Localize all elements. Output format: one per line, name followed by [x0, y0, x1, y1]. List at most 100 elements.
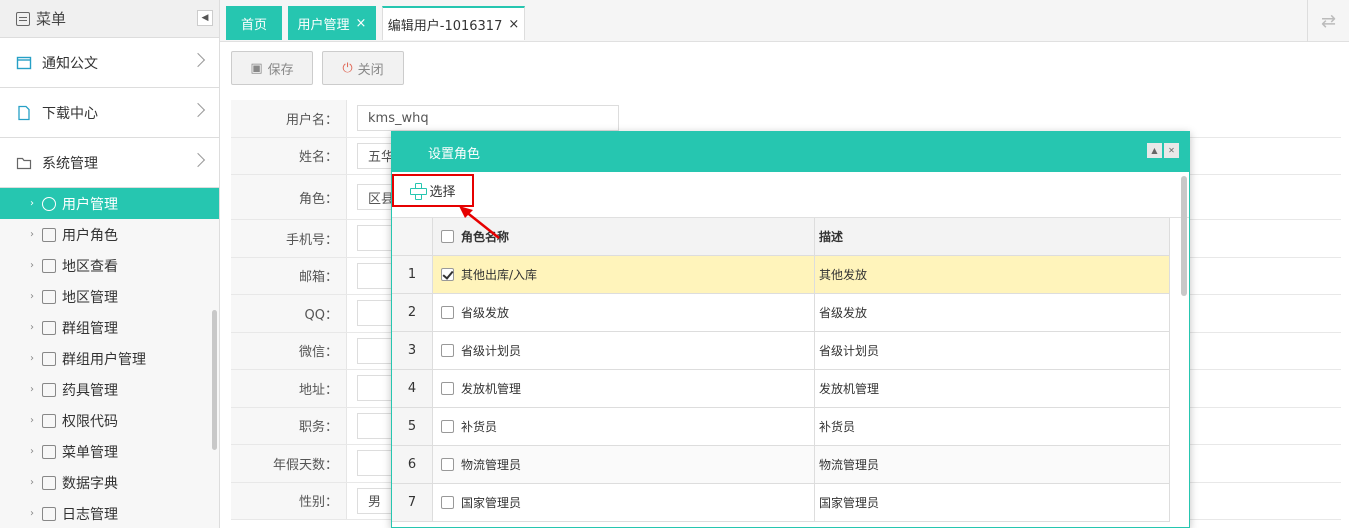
role-name-cell: 省级发放 — [461, 294, 815, 331]
row-number: 3 — [392, 332, 433, 369]
dialog-title: 设置角色 — [428, 146, 481, 162]
row-checkbox[interactable] — [440, 420, 454, 433]
description-cell: 其他发放 — [815, 256, 1170, 293]
field-label: 姓名： — [231, 137, 347, 174]
table-row[interactable]: 6 物流管理员 物流管理员 — [392, 446, 1170, 484]
row-checkbox[interactable] — [440, 458, 454, 471]
checkbox-cell — [433, 294, 461, 331]
sidebar-scrollbar[interactable] — [212, 310, 217, 450]
field-label: 角色： — [231, 175, 347, 219]
arrow-icon: › — [30, 291, 34, 302]
row-number: 2 — [392, 294, 433, 331]
description-cell: 省级计划员 — [815, 332, 1170, 369]
close-button[interactable]: ⏻ 关闭 — [322, 51, 404, 85]
tab-label: 用户管理 — [297, 17, 350, 33]
close-icon[interactable]: × — [356, 16, 367, 31]
row-checkbox[interactable] — [440, 268, 454, 281]
sidebar-item-label: 用户管理 — [62, 196, 118, 213]
row-checkbox[interactable] — [440, 382, 454, 395]
select-button[interactable]: 选择 — [392, 174, 474, 207]
user-icon — [42, 196, 56, 211]
column-header-description[interactable]: 描述 — [815, 218, 1170, 255]
sidebar-item-label: 权限代码 — [62, 413, 118, 430]
description-cell: 补货员 — [815, 408, 1170, 445]
role-grid: 角色名称 描述 1 其他出库/入库 其他发放 2 省级发放 省级发放 3 省级计… — [392, 218, 1170, 522]
sidebar-item-user-role[interactable]: › 用户角色 — [0, 219, 219, 250]
table-row[interactable]: 4 发放机管理 发放机管理 — [392, 370, 1170, 408]
role-name-cell: 物流管理员 — [461, 446, 815, 483]
table-row[interactable]: 1 其他出库/入库 其他发放 — [392, 256, 1170, 294]
table-row[interactable]: 7 国家管理员 国家管理员 — [392, 484, 1170, 522]
sidebar: 菜单 ◀ 通知公文 下载中心 系统管理 › 用户管理 › 用户角色 › 地区查看 › 地… — [0, 0, 220, 528]
sidebar-item-permission-code[interactable]: › 权限代码 — [0, 405, 219, 436]
row-number: 5 — [392, 408, 433, 445]
sidebar-item-region-view[interactable]: › 地区查看 — [0, 250, 219, 281]
set-role-dialog: 设置角色 ▲ ✕ 选择 角色名称 描述 1 其他出库/入库 其他发放 2 省级发… — [391, 131, 1190, 528]
sidebar-item-label: 群组管理 — [62, 320, 118, 337]
sidebar-group-label: 通知公文 — [42, 55, 98, 72]
dialog-scrollbar[interactable] — [1181, 176, 1187, 296]
sidebar-group-system[interactable]: 系统管理 — [0, 138, 219, 188]
arrow-icon: › — [30, 229, 34, 240]
sidebar-item-label: 日志管理 — [62, 506, 118, 523]
sidebar-item-label: 地区管理 — [62, 289, 118, 306]
collapse-sidebar-button[interactable]: ◀ — [197, 10, 213, 26]
tab-home[interactable]: 首页 — [226, 6, 282, 40]
arrow-icon: › — [30, 322, 34, 333]
field-label: 微信： — [231, 332, 347, 369]
sidebar-header: 菜单 ◀ — [0, 0, 219, 38]
chevron-right-icon — [190, 52, 206, 68]
sidebar-item-menu-management[interactable]: › 菜单管理 — [0, 436, 219, 467]
close-label: 关闭 — [357, 62, 384, 78]
row-checkbox[interactable] — [440, 344, 454, 357]
sidebar-item-log-management[interactable]: › 日志管理 — [0, 498, 219, 528]
arrow-icon: › — [30, 260, 34, 271]
tab-user-management[interactable]: 用户管理 × — [288, 6, 376, 40]
sidebar-item-label: 菜单管理 — [62, 444, 118, 461]
tab-edit-user[interactable]: 编辑用户-1016317 × — [382, 6, 525, 40]
sidebar-group-notice[interactable]: 通知公文 — [0, 38, 219, 88]
checkbox-cell — [433, 408, 461, 445]
sidebar-item-region-management[interactable]: › 地区管理 — [0, 281, 219, 312]
chevron-right-icon — [190, 102, 206, 118]
sidebar-item-medicine-management[interactable]: › 药具管理 — [0, 374, 219, 405]
tab-label: 首页 — [240, 17, 267, 33]
checkbox-cell — [433, 332, 461, 369]
user-role-icon — [42, 227, 56, 242]
checkbox-cell — [433, 484, 461, 521]
table-row[interactable]: 5 补货员 补货员 — [392, 408, 1170, 446]
sidebar-group-label: 下载中心 — [42, 105, 98, 122]
select-all-checkbox[interactable] — [440, 230, 454, 243]
sidebar-item-label: 药具管理 — [62, 382, 118, 399]
row-number: 6 — [392, 446, 433, 483]
sidebar-item-group-user-management[interactable]: › 群组用户管理 — [0, 343, 219, 374]
row-checkbox[interactable] — [440, 496, 454, 509]
close-icon[interactable]: × — [508, 17, 519, 32]
window-icon — [16, 56, 32, 69]
group-user-icon — [42, 351, 56, 366]
column-header-role-name[interactable]: 角色名称 — [461, 218, 815, 255]
sidebar-item-user-management[interactable]: › 用户管理 — [0, 188, 219, 219]
grid-header: 角色名称 描述 — [392, 218, 1170, 256]
row-number: 1 — [392, 256, 433, 293]
sidebar-item-group-management[interactable]: › 群组管理 — [0, 312, 219, 343]
folder-icon — [16, 157, 32, 169]
description-cell: 物流管理员 — [815, 446, 1170, 483]
save-button[interactable]: ▣ 保存 — [231, 51, 313, 85]
table-row[interactable]: 2 省级发放 省级发放 — [392, 294, 1170, 332]
sidebar-group-download[interactable]: 下载中心 — [0, 88, 219, 138]
field-label: 地址： — [231, 370, 347, 407]
checkbox-cell — [433, 370, 461, 407]
folder-icon — [42, 382, 56, 397]
menu-icon — [16, 11, 30, 26]
maximize-icon[interactable]: ▲ — [1147, 143, 1162, 158]
username-field[interactable]: kms_whq — [357, 105, 619, 132]
role-name-cell: 国家管理员 — [461, 484, 815, 521]
sidebar-item-label: 群组用户管理 — [62, 351, 146, 368]
table-row[interactable]: 3 省级计划员 省级计划员 — [392, 332, 1170, 370]
checkbox-cell — [433, 256, 461, 293]
sidebar-item-data-dictionary[interactable]: › 数据字典 — [0, 467, 219, 498]
row-checkbox[interactable] — [440, 306, 454, 319]
refresh-icon[interactable]: ⇄ — [1307, 0, 1349, 42]
close-icon[interactable]: ✕ — [1164, 143, 1179, 158]
